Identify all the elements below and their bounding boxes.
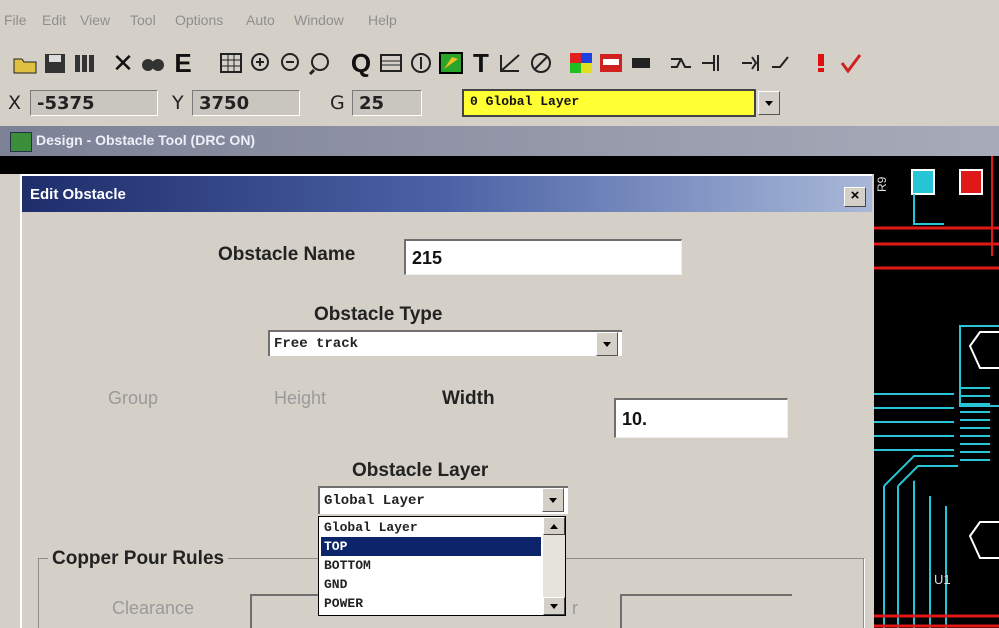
design-canvas-top bbox=[0, 156, 874, 174]
partial-label: r bbox=[572, 598, 578, 618]
obstacle-name-field[interactable]: 215 bbox=[404, 239, 682, 275]
ratsnest-icon[interactable] bbox=[376, 48, 406, 78]
component-icon[interactable] bbox=[626, 48, 656, 78]
rules-icon[interactable] bbox=[766, 48, 796, 78]
library-icon[interactable] bbox=[70, 48, 100, 78]
list-item[interactable]: Global Layer bbox=[321, 518, 541, 537]
y-coordinate-field: 3750 bbox=[192, 90, 300, 116]
menu-file[interactable]: File bbox=[4, 12, 27, 28]
chevron-down-icon[interactable] bbox=[596, 332, 618, 356]
height-label: Height bbox=[274, 388, 327, 408]
obstacle-type-label: Obstacle Type bbox=[314, 304, 443, 325]
list-item[interactable]: TOP bbox=[321, 537, 541, 556]
layer-dropdown-list[interactable]: Global Layer TOP BOTTOM GND POWER bbox=[318, 516, 566, 616]
copper-pour-label: Copper Pour Rules bbox=[48, 548, 229, 570]
list-item[interactable]: POWER bbox=[321, 594, 541, 613]
obstacle-icon[interactable] bbox=[436, 48, 466, 78]
obstacle-name-label: Obstacle Name bbox=[218, 244, 356, 265]
text-icon[interactable]: T bbox=[466, 48, 496, 78]
zoom-in-icon[interactable] bbox=[246, 48, 276, 78]
menu-window[interactable]: Window bbox=[294, 12, 344, 28]
colors-icon[interactable] bbox=[566, 48, 596, 78]
dialog-title: Edit Obstacle bbox=[30, 186, 126, 203]
grid-label: G bbox=[330, 92, 345, 114]
clearance-label: Clearance bbox=[112, 598, 195, 618]
layer-select-value: 0 Global Layer bbox=[462, 89, 756, 117]
design-window-titlebar: Design - Obstacle Tool (DRC ON) bbox=[0, 126, 999, 156]
scroll-up-icon[interactable] bbox=[543, 517, 565, 535]
grid-field[interactable]: 25 bbox=[352, 90, 422, 116]
chevron-down-icon[interactable] bbox=[758, 91, 780, 115]
menu-auto[interactable]: Auto bbox=[246, 12, 275, 28]
dialog-titlebar: Edit Obstacle × bbox=[22, 176, 872, 212]
route-icon[interactable] bbox=[666, 48, 696, 78]
save-icon[interactable] bbox=[40, 48, 70, 78]
edit-icon[interactable]: E bbox=[168, 48, 198, 78]
width-label: Width bbox=[442, 388, 495, 409]
no-connect-icon[interactable] bbox=[526, 48, 556, 78]
length-icon[interactable] bbox=[696, 48, 726, 78]
obstacle-layer-select[interactable]: Global Layer bbox=[318, 486, 568, 514]
copper-pour-field[interactable] bbox=[620, 594, 792, 628]
error-icon[interactable] bbox=[806, 48, 836, 78]
group-label: Group bbox=[108, 388, 159, 408]
scroll-down-icon[interactable] bbox=[543, 597, 565, 615]
dimension-icon[interactable] bbox=[496, 48, 526, 78]
drc-icon[interactable] bbox=[596, 48, 626, 78]
layer-select[interactable]: 0 Global Layer bbox=[462, 89, 780, 117]
dropdown-scrollbar[interactable] bbox=[543, 517, 565, 615]
menu-edit[interactable]: Edit bbox=[42, 12, 66, 28]
list-item[interactable]: GND bbox=[321, 575, 541, 594]
list-item[interactable]: BOTTOM bbox=[321, 556, 541, 575]
query-icon[interactable]: Q bbox=[346, 48, 376, 78]
menu-tool[interactable]: Tool bbox=[130, 12, 156, 28]
x-coordinate-label: X bbox=[8, 92, 22, 114]
chevron-down-icon[interactable] bbox=[542, 488, 564, 512]
u1-label: U1 bbox=[934, 572, 951, 587]
r9-label: R9 bbox=[875, 176, 889, 192]
menu-help[interactable]: Help bbox=[368, 12, 397, 28]
delete-icon[interactable]: ✕ bbox=[108, 48, 138, 78]
grid-icon[interactable] bbox=[216, 48, 246, 78]
design-window-title: Design - Obstacle Tool (DRC ON) bbox=[36, 132, 256, 148]
setup-icon[interactable] bbox=[736, 48, 766, 78]
find-icon[interactable] bbox=[138, 48, 168, 78]
menu-options[interactable]: Options bbox=[175, 12, 223, 28]
width-field[interactable]: 10. bbox=[614, 398, 788, 438]
x-coordinate-field: -5375 bbox=[30, 90, 158, 116]
measure-icon[interactable] bbox=[406, 48, 436, 78]
menu-bar: File Edit View Tool Options Auto Window … bbox=[0, 0, 999, 40]
design-app-icon bbox=[10, 132, 32, 152]
drc-check-icon[interactable] bbox=[836, 48, 866, 78]
obstacle-type-select[interactable]: Free track bbox=[268, 330, 622, 356]
zoom-window-icon[interactable] bbox=[306, 48, 336, 78]
zoom-out-icon[interactable] bbox=[276, 48, 306, 78]
close-icon[interactable]: × bbox=[844, 187, 866, 207]
open-icon[interactable] bbox=[10, 48, 40, 78]
pcb-canvas[interactable]: R9 U1 bbox=[874, 156, 999, 628]
pcb-layout: R9 U1 bbox=[874, 156, 999, 628]
menu-view[interactable]: View bbox=[80, 12, 110, 28]
y-coordinate-label: Y bbox=[172, 92, 184, 114]
obstacle-layer-label: Obstacle Layer bbox=[352, 460, 489, 481]
